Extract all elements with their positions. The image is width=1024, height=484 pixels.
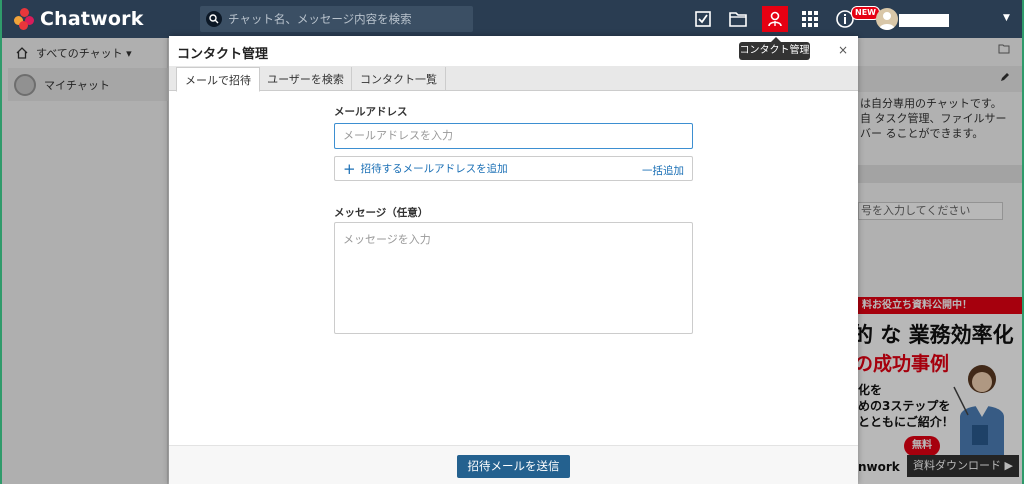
- invite-form: メールアドレス メールアドレスを入力 + 招待するメールアドレスを追加 一括追加…: [334, 104, 694, 334]
- chatwork-logo[interactable]: Chatwork: [14, 8, 144, 30]
- tab-email-invite[interactable]: メールで招待: [176, 67, 260, 92]
- send-invite-button[interactable]: 招待メールを送信: [457, 455, 570, 478]
- window-edge: [0, 0, 2, 484]
- plus-icon: +: [343, 159, 356, 178]
- dialog-footer: 招待メールを送信: [169, 445, 858, 484]
- close-icon[interactable]: ×: [838, 43, 848, 57]
- task-icon[interactable]: [690, 6, 716, 32]
- bulk-add-link[interactable]: 一括追加: [642, 163, 684, 178]
- user-name-redacted: [899, 14, 949, 27]
- add-email-row[interactable]: + 招待するメールアドレスを追加 一括追加: [334, 156, 693, 181]
- contact-management-dialog: コンタクト管理 × メールで招待 ユーザーを検索 コンタクト一覧 メールアドレス…: [169, 36, 858, 484]
- logo-mark-icon: [14, 8, 36, 30]
- chevron-down-icon[interactable]: ▼: [1003, 13, 1010, 23]
- contact-management-icon[interactable]: [762, 6, 788, 32]
- email-label: メールアドレス: [334, 106, 408, 118]
- tab-contact-list[interactable]: コンタクト一覧: [352, 67, 446, 91]
- email-field[interactable]: メールアドレスを入力: [334, 123, 693, 149]
- file-icon[interactable]: [725, 6, 751, 32]
- tab-user-search[interactable]: ユーザーを検索: [260, 67, 352, 91]
- search-box[interactable]: チャット名、メッセージ内容を検索: [200, 6, 473, 32]
- logo-text: Chatwork: [40, 8, 144, 30]
- apps-grid-icon[interactable]: [797, 6, 823, 32]
- search-placeholder: チャット名、メッセージ内容を検索: [228, 12, 412, 26]
- user-avatar[interactable]: [876, 8, 898, 30]
- dialog-tabs: メールで招待 ユーザーを検索 コンタクト一覧: [169, 66, 858, 92]
- top-navbar: Chatwork チャット名、メッセージ内容を検索 NEW ▼: [0, 0, 1024, 38]
- search-icon: [206, 11, 222, 27]
- message-label: メッセージ（任意）: [334, 207, 429, 219]
- message-textarea[interactable]: メッセージを入力: [334, 222, 693, 334]
- add-email-link[interactable]: 招待するメールアドレスを追加: [361, 161, 508, 176]
- dialog-title: コンタクト管理: [177, 47, 269, 62]
- contact-management-tooltip: コンタクト管理: [739, 37, 810, 60]
